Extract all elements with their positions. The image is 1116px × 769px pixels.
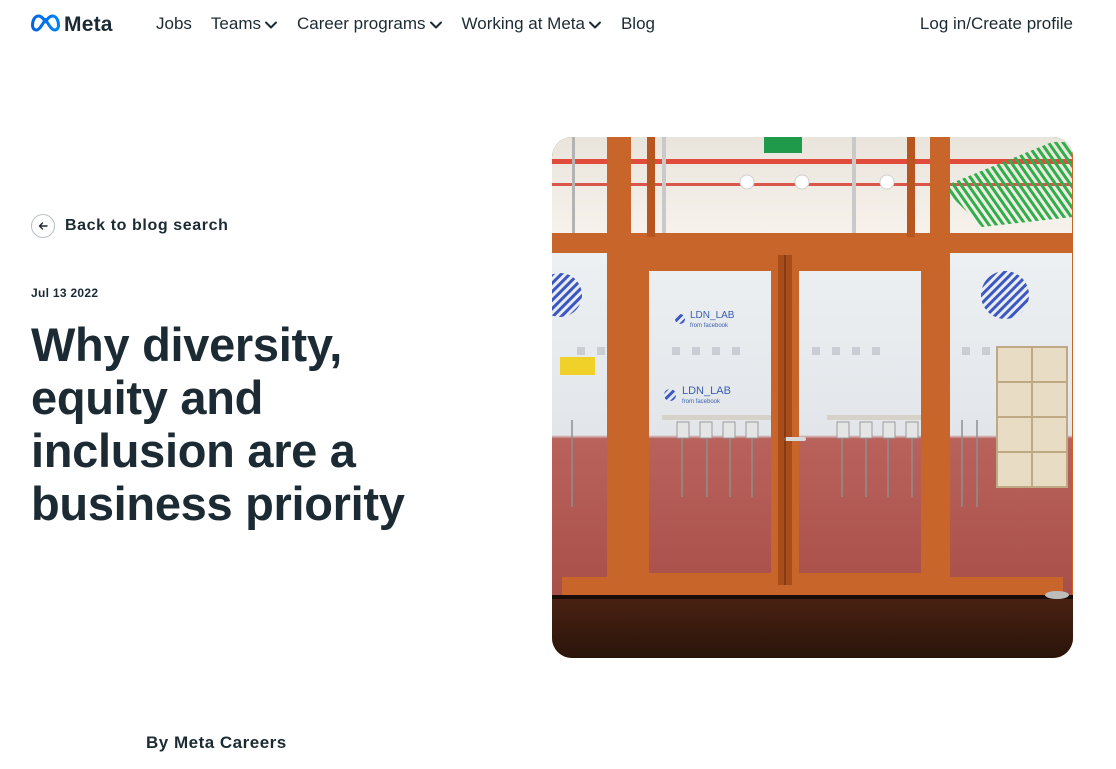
meta-wordmark: Meta bbox=[64, 13, 113, 36]
nav-item-working-at-meta[interactable]: Working at Meta bbox=[462, 14, 602, 34]
article-title: Why diversity, equity and inclusion are … bbox=[31, 318, 405, 530]
nav-label: Working at Meta bbox=[461, 14, 585, 33]
chevron-down-icon bbox=[588, 17, 602, 31]
nav-item-jobs[interactable]: Jobs bbox=[156, 14, 192, 34]
back-link-label: Back to blog search bbox=[65, 217, 229, 234]
main-nav: Jobs Teams Career programs Working at Me… bbox=[156, 14, 674, 34]
meta-logo-icon bbox=[31, 14, 60, 37]
chevron-down-icon bbox=[429, 17, 443, 31]
sign-ldn-lab-text: LDN_LAB bbox=[682, 385, 731, 397]
article-date: Jul 13 2022 bbox=[31, 286, 99, 300]
top-navigation: Meta Jobs Teams Career programs Working … bbox=[0, 0, 1116, 52]
arrow-left-icon bbox=[31, 214, 55, 238]
article-byline: By Meta Careers bbox=[146, 733, 287, 752]
chevron-down-icon bbox=[264, 17, 278, 31]
login-create-profile-link[interactable]: Log in/Create profile bbox=[920, 14, 1073, 34]
back-to-blog-search-link[interactable]: Back to blog search bbox=[31, 214, 228, 238]
meta-logo[interactable]: Meta bbox=[31, 12, 113, 38]
nav-item-career-programs[interactable]: Career programs bbox=[297, 14, 443, 34]
nav-item-blog[interactable]: Blog bbox=[621, 14, 655, 34]
nav-item-teams[interactable]: Teams bbox=[211, 14, 278, 34]
hero-image: LDN_LAB from facebook LDN_LAB from faceb… bbox=[552, 137, 1073, 658]
nav-label: Blog bbox=[620, 14, 655, 33]
nav-label: Teams bbox=[210, 14, 261, 33]
nav-label: Jobs bbox=[156, 14, 192, 33]
sign-from-facebook-text: from facebook bbox=[682, 399, 721, 405]
sign-from-facebook-text: from facebook bbox=[690, 323, 729, 329]
sign-ldn-lab-text: LDN_LAB bbox=[690, 310, 735, 321]
nav-label: Career programs bbox=[297, 14, 426, 33]
